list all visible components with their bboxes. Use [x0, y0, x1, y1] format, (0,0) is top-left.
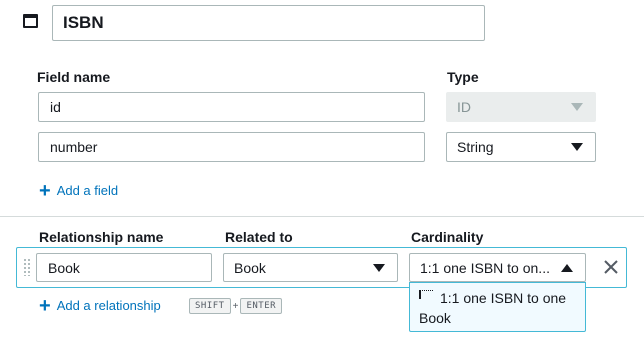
- field-type-select-id: ID: [446, 92, 596, 122]
- cardinality-option-line2: Book: [419, 310, 451, 326]
- cardinality-option-line1: 1:1 one ISBN to one: [440, 290, 567, 306]
- relationship-name-text: Book: [48, 259, 80, 276]
- chevron-down-icon: [571, 143, 583, 151]
- relationship-name-header: Relationship name: [39, 229, 164, 245]
- related-to-header: Related to: [225, 229, 293, 245]
- plus-sign: +: [232, 300, 239, 312]
- add-field-button[interactable]: + Add a field: [39, 179, 119, 202]
- drag-handle-icon[interactable]: [23, 258, 30, 276]
- chevron-up-icon: [561, 263, 573, 272]
- related-to-select[interactable]: Book: [223, 253, 398, 282]
- section-divider: [0, 216, 644, 217]
- cardinality-text: 1:1 one ISBN to on...: [420, 259, 550, 276]
- close-icon: [604, 260, 618, 274]
- chevron-down-icon: [571, 103, 583, 111]
- field-type-select-number[interactable]: String: [446, 132, 596, 162]
- one-to-one-icon: [419, 290, 433, 299]
- shift-key: SHIFT: [189, 298, 231, 314]
- field-name-header: Field name: [37, 69, 111, 85]
- field-type-text: String: [457, 139, 494, 155]
- field-type-header: Type: [447, 69, 479, 85]
- keyboard-shortcut-hint: SHIFT + ENTER: [189, 298, 283, 314]
- field-name-input-id[interactable]: id: [38, 92, 425, 122]
- chevron-down-icon: [373, 263, 385, 272]
- enter-key: ENTER: [240, 298, 283, 314]
- plus-icon: +: [39, 294, 51, 317]
- remove-relationship-button[interactable]: [600, 256, 622, 278]
- relationship-name-input[interactable]: Book: [36, 253, 212, 282]
- cardinality-header: Cardinality: [411, 229, 484, 245]
- field-name-input-number[interactable]: number: [38, 132, 425, 162]
- related-to-text: Book: [234, 259, 266, 276]
- add-field-label: Add a field: [56, 183, 119, 198]
- model-name-input[interactable]: ISBN: [52, 5, 485, 41]
- field-name-text: number: [50, 139, 98, 155]
- model-name-text: ISBN: [63, 13, 104, 32]
- cardinality-option[interactable]: 1:1 one ISBN to one Book: [419, 288, 583, 328]
- cardinality-select[interactable]: 1:1 one ISBN to on...: [409, 253, 586, 282]
- plus-icon: +: [39, 179, 51, 202]
- model-icon: [23, 14, 38, 28]
- add-relationship-label: Add a relationship: [56, 298, 161, 313]
- field-type-text: ID: [457, 99, 471, 115]
- field-name-text: id: [50, 99, 61, 115]
- add-relationship-button[interactable]: + Add a relationship: [39, 294, 161, 317]
